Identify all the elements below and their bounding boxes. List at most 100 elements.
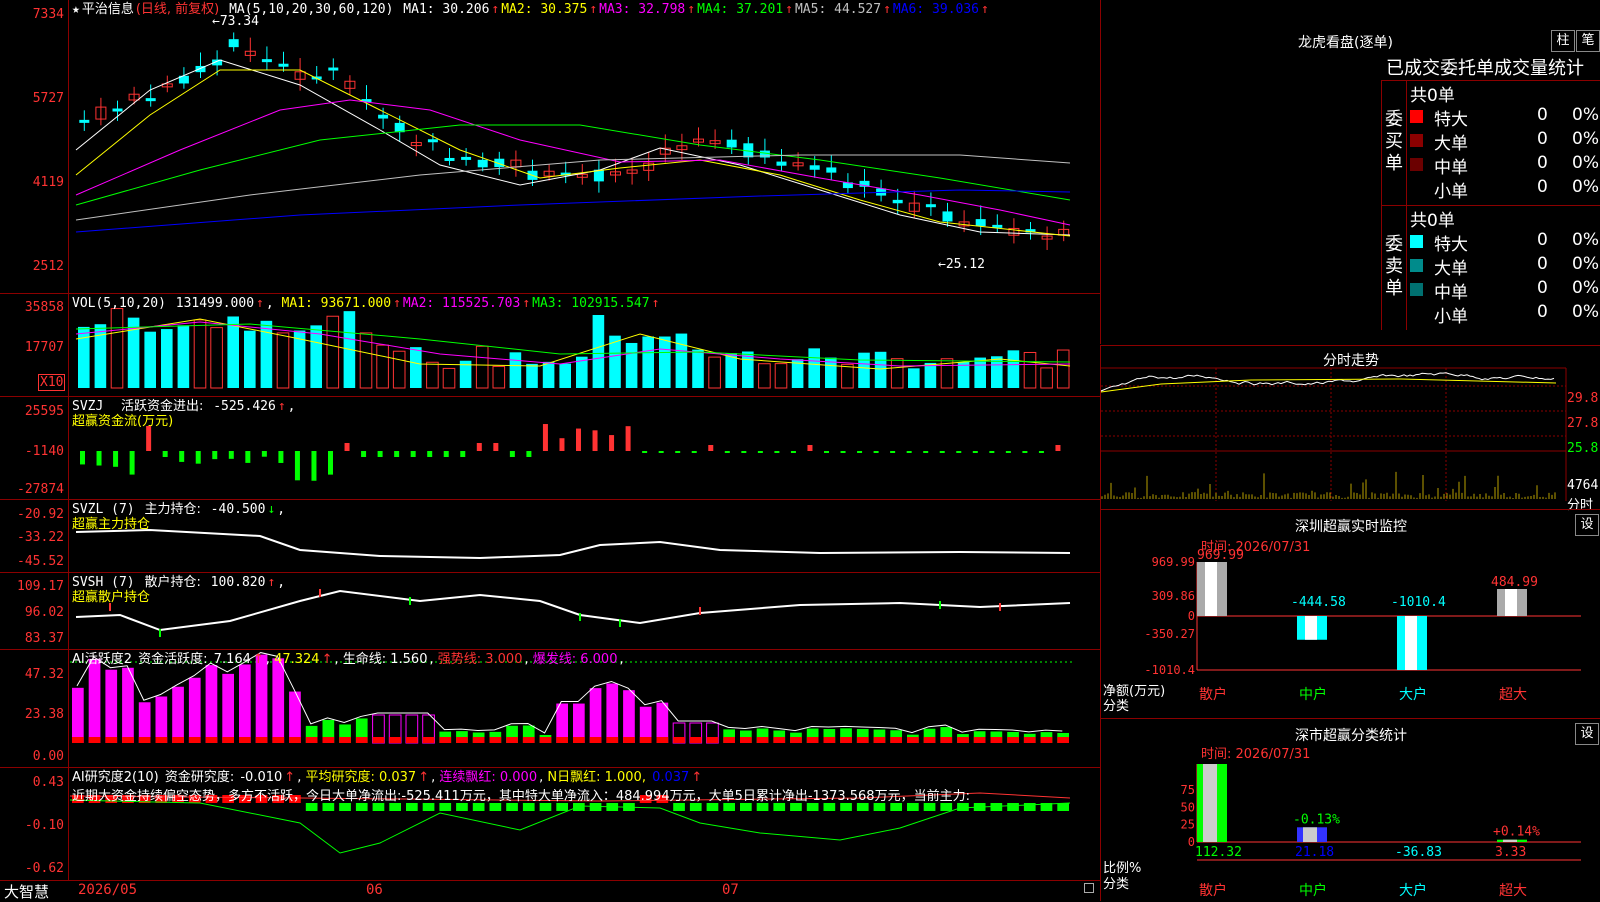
kline-panel[interactable]: 7334 5727 4119 2512 ★ 平治信息 (日线, 前复权) MA(5,… bbox=[0, 0, 1100, 294]
svsh-header: SVSH (7) 散户持仓: 100.820 ↑, 超赢散户持仓 bbox=[72, 575, 286, 605]
fund-flow-bar bbox=[410, 451, 416, 457]
research-bar bbox=[556, 803, 568, 811]
bar-view-button[interactable]: 柱 bbox=[1551, 30, 1575, 52]
sz-monitor-panel[interactable]: 深圳超赢实时监控 设 时间: 2026/07/31 969.99 309.86 0-… bbox=[1100, 509, 1600, 718]
volume-ma-line bbox=[75, 323, 1071, 363]
fund-flow-bar bbox=[1038, 451, 1044, 453]
volume-bar-down bbox=[509, 352, 522, 388]
tick-view-button[interactable]: 笔 bbox=[1576, 30, 1600, 52]
activity-base-bar bbox=[155, 737, 168, 743]
sz-category-panel[interactable]: 深市超赢分类统计 设 时间: 2026/07/31 75 50 25 0 112.32 散… bbox=[1100, 718, 1600, 901]
ma-value: MA1: 93671.000 bbox=[281, 296, 392, 311]
longhu-title: 龙虎看盘(逐单) bbox=[1298, 35, 1393, 51]
activity-base-bar bbox=[172, 737, 184, 743]
activity-bar bbox=[122, 667, 134, 743]
fund-flow-bar bbox=[460, 451, 466, 457]
volume-ma-line bbox=[75, 321, 1071, 367]
fund-flow-bar bbox=[724, 451, 730, 453]
fund-flow-bar bbox=[840, 451, 846, 453]
activity-base-bar bbox=[72, 737, 84, 743]
color-swatch bbox=[1410, 110, 1423, 123]
volume-bar-down bbox=[874, 351, 887, 388]
fund-flow-bar bbox=[212, 451, 218, 460]
row-label: 中单 bbox=[1434, 283, 1468, 303]
ma-value: MA2: 115525.703 bbox=[402, 296, 521, 311]
ratio-percent: -0.13% bbox=[1293, 812, 1340, 827]
intraday-panel[interactable]: 分时走势 29.8 27.8 25.8 4764 分时 bbox=[1100, 345, 1600, 513]
research-bar bbox=[305, 803, 318, 811]
svsh-panel[interactable]: 109.17 96.02 83.37 SVSH (7) 散户持仓: 100.82… bbox=[0, 573, 1100, 650]
volume-bar-up bbox=[442, 367, 456, 389]
activity-bar bbox=[606, 683, 619, 743]
row-value: 0 bbox=[1537, 254, 1548, 274]
fund-flow-bar bbox=[278, 451, 284, 463]
lock-icon[interactable] bbox=[1084, 883, 1094, 893]
candle-down bbox=[145, 98, 156, 102]
activity-base-bar bbox=[556, 737, 568, 743]
activity-bar bbox=[172, 686, 184, 743]
activity-base-bar bbox=[355, 737, 368, 743]
longhu-row: 中单 0 0% bbox=[1382, 153, 1600, 178]
sz-monitor-chart[interactable]: 969.99 309.86 0 -350.27 -1010.4 969.99 散户 -444.… bbox=[1101, 510, 1600, 718]
volume-bar-up bbox=[708, 356, 721, 389]
fund-flow-bar bbox=[443, 451, 449, 457]
kline-chart[interactable] bbox=[0, 0, 1100, 293]
candle-down bbox=[427, 139, 438, 143]
stock-name[interactable]: 平治信息 bbox=[82, 2, 134, 17]
volume-bar-up bbox=[1056, 349, 1070, 389]
activity-base-bar bbox=[422, 737, 435, 743]
activity-base-bar bbox=[322, 737, 335, 743]
research-bar bbox=[923, 803, 936, 811]
activity-base-bar bbox=[706, 737, 719, 743]
fund-flow-bar bbox=[80, 451, 85, 465]
volume-ma-values: MA1: 93671.000 ↑ MA2: 115525.703 ↑ MA3: 1029… bbox=[281, 296, 660, 311]
fund-flow-bar bbox=[228, 451, 234, 459]
ratio-value: 3.33 bbox=[1495, 845, 1526, 860]
activity-base-bar bbox=[456, 737, 468, 743]
activity-bar bbox=[88, 658, 101, 743]
net-amount-label: 969.99 bbox=[1197, 548, 1244, 563]
activity-base-bar bbox=[339, 737, 351, 743]
date-bar: 大智慧 2026/05 06 07 bbox=[0, 881, 1100, 901]
activity-base-bar bbox=[806, 737, 819, 743]
activity-base-bar bbox=[589, 737, 602, 743]
period-label[interactable]: (日线, 前复权) bbox=[136, 2, 219, 17]
fund-flow-bar bbox=[923, 451, 929, 453]
volume-bar-down bbox=[260, 320, 273, 388]
volume-bar-up bbox=[758, 363, 771, 389]
fund-flow-bar bbox=[476, 443, 482, 451]
ma-value: MA1: 30.206 bbox=[403, 2, 490, 17]
volume-bar-down bbox=[908, 368, 920, 388]
fund-flow-bar bbox=[989, 451, 995, 453]
activity-base-bar bbox=[606, 737, 619, 743]
intraday-chart[interactable] bbox=[1101, 346, 1600, 509]
svzj-header: SVZJ 活跃资金进出: -525.426 ↑, 超赢资金流(万元) bbox=[72, 399, 296, 429]
ma-line bbox=[75, 154, 1071, 221]
date-label: 06 bbox=[366, 882, 383, 898]
activity-base-bar bbox=[188, 737, 201, 743]
sz-category-chart[interactable]: 75 50 25 0112.32 散户 -0.13% 21.18 中户 -36.83 大户 +0.1… bbox=[1101, 719, 1600, 901]
volume-bar-up bbox=[426, 361, 439, 389]
ratio-value: 112.32 bbox=[1195, 845, 1242, 860]
activity-base-bar bbox=[873, 737, 886, 743]
activity-base-bar bbox=[823, 737, 836, 743]
ai-activity-panel[interactable]: 47.32 23.38 0.00 AI活跃度2 资金活跃度: 7.164 ↑, 4… bbox=[0, 650, 1100, 768]
date-label: 07 bbox=[722, 882, 739, 898]
activity-base-bar bbox=[740, 737, 752, 743]
ai-research-comment: 近期大资金持续偏空态势，多方不活跃，今日大单净流出:-525.411万元，其中特… bbox=[72, 789, 970, 804]
row-value: 0 bbox=[1537, 129, 1548, 149]
volume-bar-down bbox=[244, 330, 256, 388]
ai-research-panel[interactable]: 0.43 -0.10 -0.62 AI研究度2(10) 资金研究度: -0.01… bbox=[0, 768, 1100, 881]
activity-base-bar bbox=[689, 737, 702, 743]
star-icon[interactable]: ★ bbox=[72, 2, 80, 17]
svzj-panel[interactable]: 25595 -1140 -27874 SVZJ 活跃资金进出: -525.426… bbox=[0, 397, 1100, 500]
fund-flow-bar bbox=[625, 426, 631, 451]
research-bar bbox=[790, 803, 802, 811]
research-bar bbox=[890, 803, 902, 811]
ai-activity-chart[interactable] bbox=[0, 650, 1100, 767]
research-bar bbox=[823, 803, 836, 811]
volume-bar-up bbox=[774, 363, 788, 389]
fund-flow-bar bbox=[179, 451, 185, 462]
svzl-panel[interactable]: -20.92 -33.22 -45.52 SVZL (7) 主力持仓: -40.… bbox=[0, 500, 1100, 573]
volume-panel[interactable]: 35858 17707 X10 VOL(5,10,20) 131499.000 ↑… bbox=[0, 294, 1100, 397]
